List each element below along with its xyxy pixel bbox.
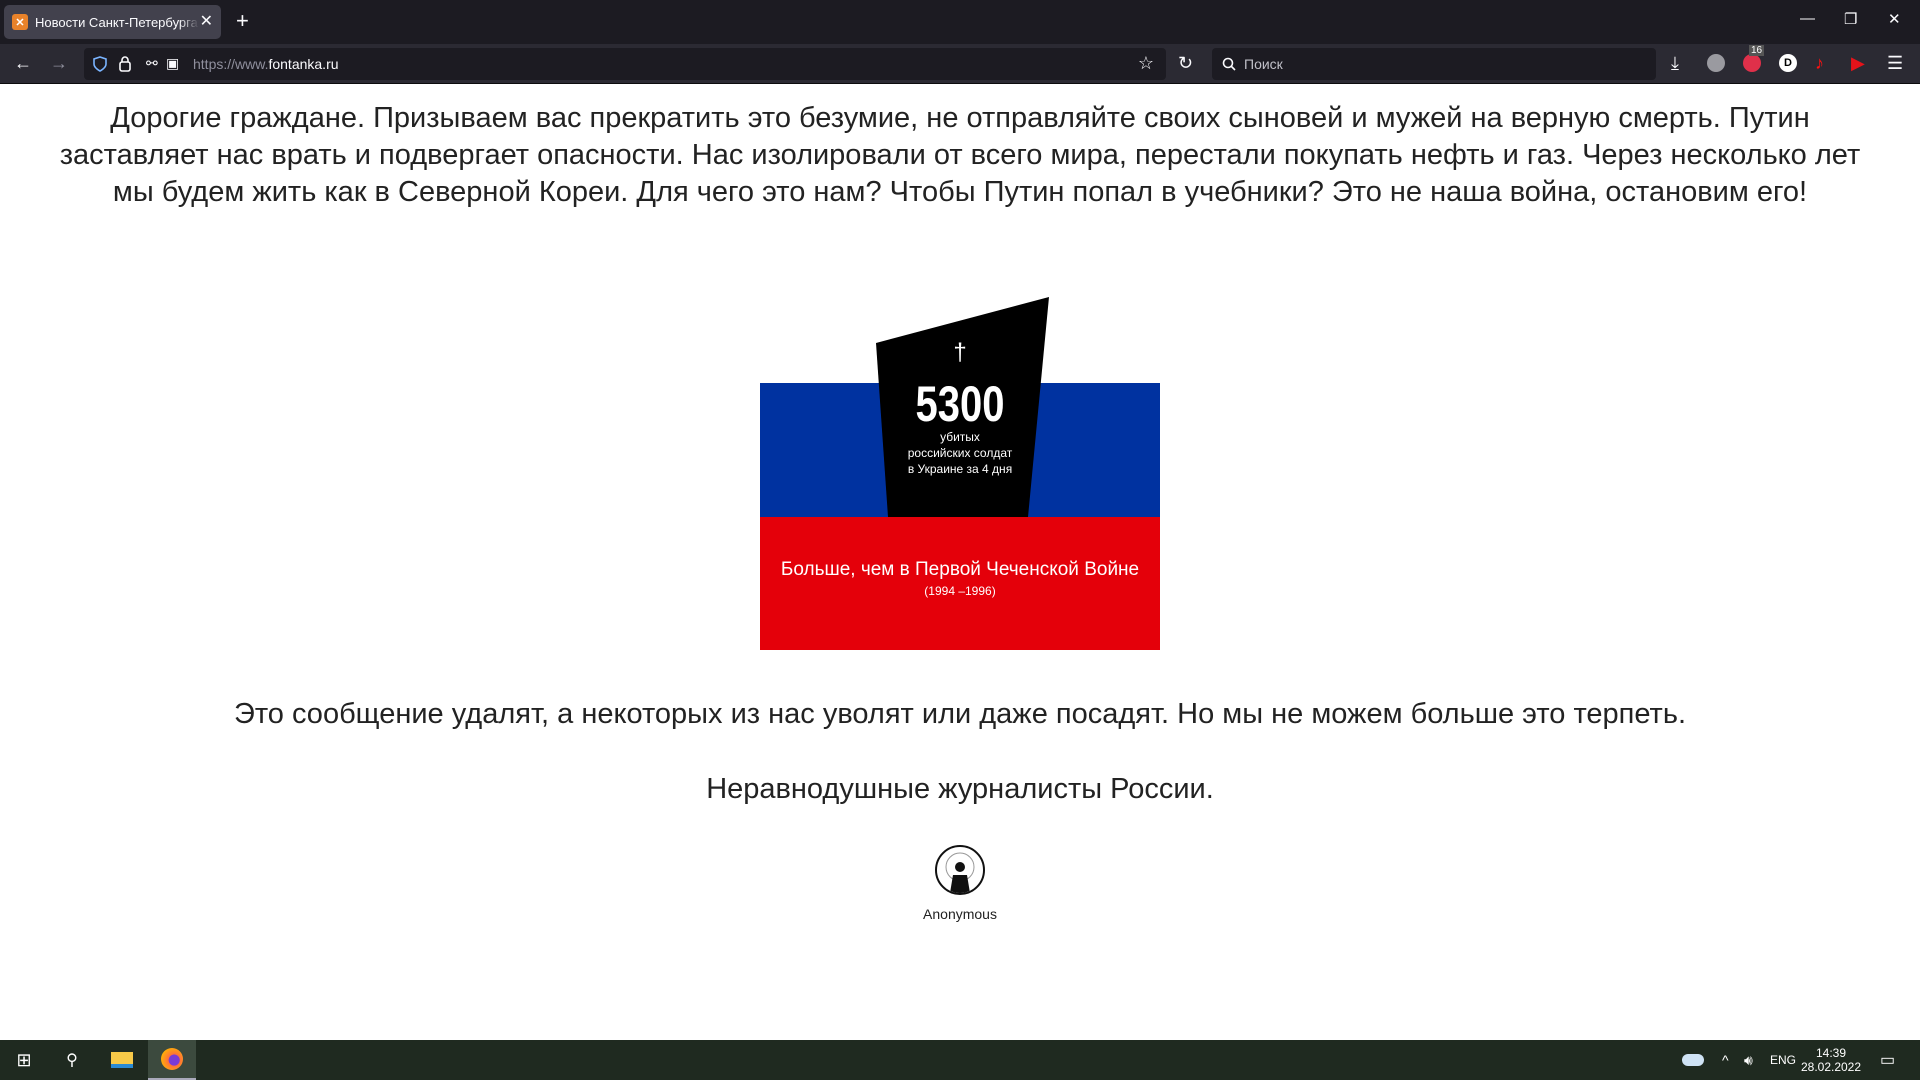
video-extension-icon[interactable]: ▶ [1851,52,1865,74]
reload-icon[interactable]: ↻ [1178,52,1193,74]
shield-icon[interactable] [92,56,108,72]
signature: Неравнодушные журналисты России. [706,773,1214,805]
clock[interactable]: 14:39 28.02.2022 [1801,1040,1861,1080]
anonymous-logo-icon [935,845,985,895]
windows-icon: ⊞ [16,1049,32,1070]
tracking-blocked-icon[interactable]: ▣ [166,55,179,72]
caption-line: российских солдат [908,446,1013,460]
onedrive-icon[interactable] [1682,1040,1704,1080]
caption-line: убитых [940,430,980,444]
restore-button[interactable]: ❐ [1844,10,1857,28]
casualty-number: 5300 [916,376,1005,432]
clock-date: 28.02.2022 [1800,1060,1862,1074]
close-window-button[interactable]: ✕ [1888,10,1901,28]
firefox-icon [161,1048,183,1070]
search-icon: ⚲ [66,1052,78,1069]
tray-overflow-icon[interactable]: ^ [1722,1040,1729,1080]
years: (1994 –1996) [924,584,995,598]
tab-fontanka[interactable]: ✕ Новости Санкт-Петербурга - Фонтанка.Ру… [4,5,221,39]
volume-icon[interactable]: 🔊︎ [1744,1040,1753,1080]
casualties-infographic: † 5300 убитых российских солдат в Украин… [760,297,1160,650]
caption-line: в Украине за 4 дня [908,462,1012,476]
bookmark-star-icon[interactable]: ☆ [1138,53,1154,74]
globe-extension-icon[interactable] [1707,54,1725,72]
new-tab-button[interactable]: + [236,8,249,34]
file-explorer-button[interactable] [98,1040,146,1080]
appeal-paragraph: Дорогие граждане. Призываем вас прекрати… [0,100,1920,211]
url-bar[interactable]: ⚯ ▣ https://www.fontanka.ru ☆ [84,48,1166,80]
minimize-button[interactable]: — [1800,10,1815,27]
folder-icon [111,1052,133,1068]
nav-toolbar: ← → ⚯ ▣ https://www.fontanka.ru ☆ ↻ Поис… [0,44,1920,84]
adblock-extension-icon[interactable]: 16 [1743,45,1765,72]
search-input[interactable]: Поиск [1212,48,1656,80]
clock-time: 14:39 [1815,1046,1847,1060]
firefox-taskbar-button[interactable] [148,1040,196,1080]
cross-icon: † [953,339,966,366]
start-button[interactable]: ⊞ [0,1040,48,1080]
search-placeholder: Поиск [1244,56,1283,72]
search-icon [1222,57,1236,71]
tab-bar: ✕ Новости Санкт-Петербурга - Фонтанка.Ру… [0,0,1920,44]
forward-icon[interactable]: → [50,52,68,74]
url-text[interactable]: https://www.fontanka.ru [193,56,339,72]
language-indicator[interactable]: ENG [1770,1040,1796,1080]
music-extension-icon[interactable]: ♪ [1815,52,1824,74]
anonymous-label: Anonymous [923,906,997,922]
appeal-line: Дорогие граждане. Призываем вас прекрати… [110,102,1810,134]
fontanka-icon: ✕ [12,14,28,30]
downloads-icon[interactable]: ⤓ [1671,52,1679,74]
menu-icon[interactable]: ☰ [1887,52,1903,74]
taskbar: ⊞ ⚲ ^ 🔊︎ ENG 14:39 28.02.2022 ▭ [0,1040,1920,1080]
close-tab-icon[interactable]: ✕ [200,11,213,31]
d-extension-icon[interactable]: D [1779,54,1797,72]
appeal-line: заставляет нас врать и подвергает опасно… [59,139,1861,171]
headline: Больше, чем в Первой Чеченской Войне [781,559,1139,580]
search-taskbar-button[interactable]: ⚲ [48,1040,96,1080]
tab-title: Новости Санкт-Петербурга - Фонтанка.Ру [35,14,199,30]
appeal-line: мы будем жить как в Северной Кореи. Для … [112,176,1808,208]
back-icon[interactable]: ← [14,52,32,74]
notifications-icon[interactable]: ▭ [1880,1040,1895,1080]
permissions-icon[interactable]: ⚯ [146,55,158,72]
lock-icon[interactable] [118,55,132,73]
warning-paragraph: Это сообщение удалят, а некоторых из нас… [234,698,1686,730]
